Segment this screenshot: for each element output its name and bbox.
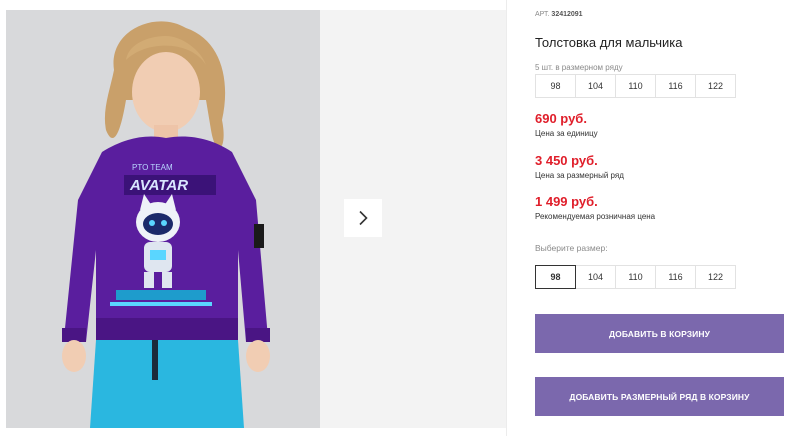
print-text-top: PTO TEAM [132, 163, 173, 172]
add-to-cart-button[interactable]: Добавить в корзину [535, 314, 784, 353]
product-photo-illustration: PTO TEAM AVATAR [6, 10, 320, 428]
size-option-104[interactable]: 104 [575, 265, 616, 289]
sku-label: АРТ. [535, 11, 550, 18]
print-text-main: AVATAR [129, 177, 188, 194]
unit-price-label: Цена за единицу [535, 129, 598, 138]
pack-price-label: Цена за размерный ряд [535, 171, 624, 180]
retail-price: 1 499 руб. [535, 194, 598, 209]
divider [506, 0, 507, 436]
size-selector: 98 104 110 116 122 [535, 265, 736, 289]
size-option-98[interactable]: 98 [535, 265, 576, 289]
pack-size: 104 [575, 74, 616, 98]
size-option-116[interactable]: 116 [655, 265, 696, 289]
size-select-label: Выберите размер: [535, 243, 608, 253]
next-photo-button[interactable] [344, 199, 382, 237]
product-photo: PTO TEAM AVATAR [6, 10, 320, 428]
pack-size: 98 [535, 74, 576, 98]
sku-value: 32412091 [551, 11, 583, 18]
pack-caption: 5 шт. в размерном ряду [535, 63, 623, 72]
unit-price: 690 руб. [535, 111, 587, 126]
pack-size: 116 [655, 74, 696, 98]
add-pack-to-cart-button[interactable]: Добавить размерный ряд в корзину [535, 377, 784, 416]
product-gallery: PTO TEAM AVATAR [0, 0, 510, 436]
pack-price: 3 450 руб. [535, 153, 598, 168]
size-option-122[interactable]: 122 [695, 265, 736, 289]
product-title: Толстовка для мальчика [535, 35, 683, 50]
retail-price-label: Рекомендуемая розничная цена [535, 212, 656, 221]
chevron-right-icon [359, 210, 368, 226]
pack-size: 110 [615, 74, 656, 98]
pack-size: 122 [695, 74, 736, 98]
size-option-110[interactable]: 110 [615, 265, 656, 289]
pack-sizes: 98 104 110 116 122 [535, 74, 736, 98]
sku: АРТ. 32412091 [535, 11, 583, 18]
